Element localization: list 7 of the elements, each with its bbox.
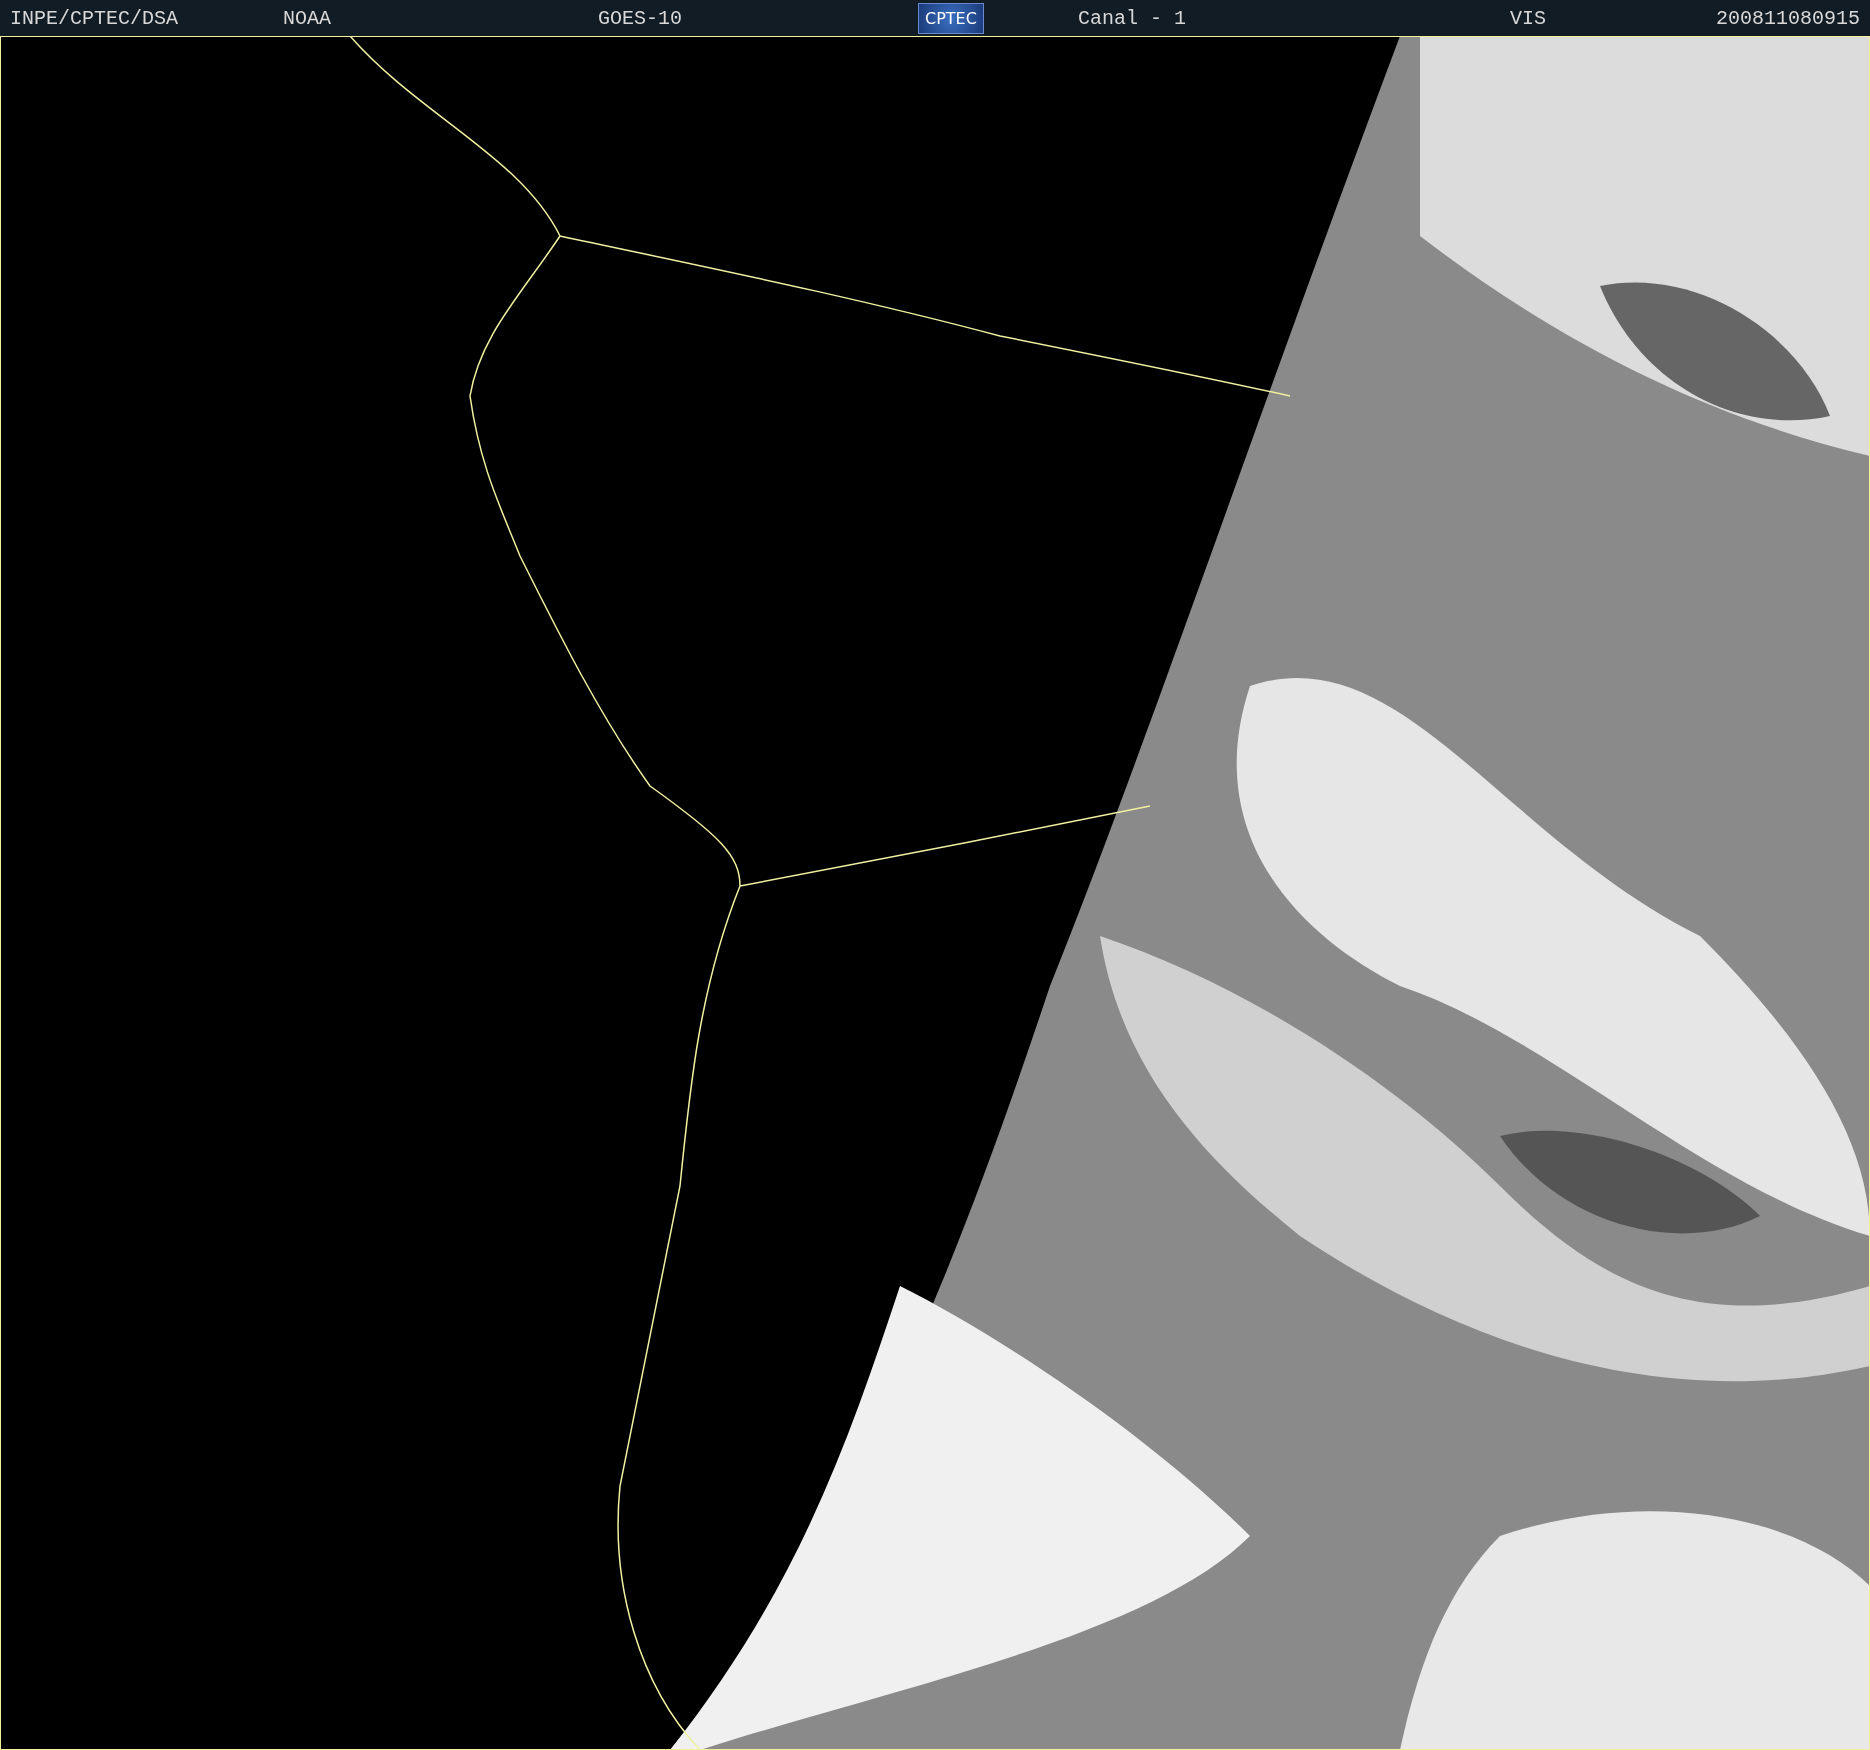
satellite-label: GOES-10 [598, 6, 682, 30]
logo: CPTEC [918, 2, 984, 34]
timestamp-label: 200811080915 [1715, 6, 1860, 30]
agency-label: NOAA [283, 6, 331, 30]
source-label: INPE/CPTEC/DSA [10, 6, 179, 30]
channel-label: Canal - 1 [1078, 6, 1187, 30]
band-label: VIS [1510, 6, 1546, 30]
